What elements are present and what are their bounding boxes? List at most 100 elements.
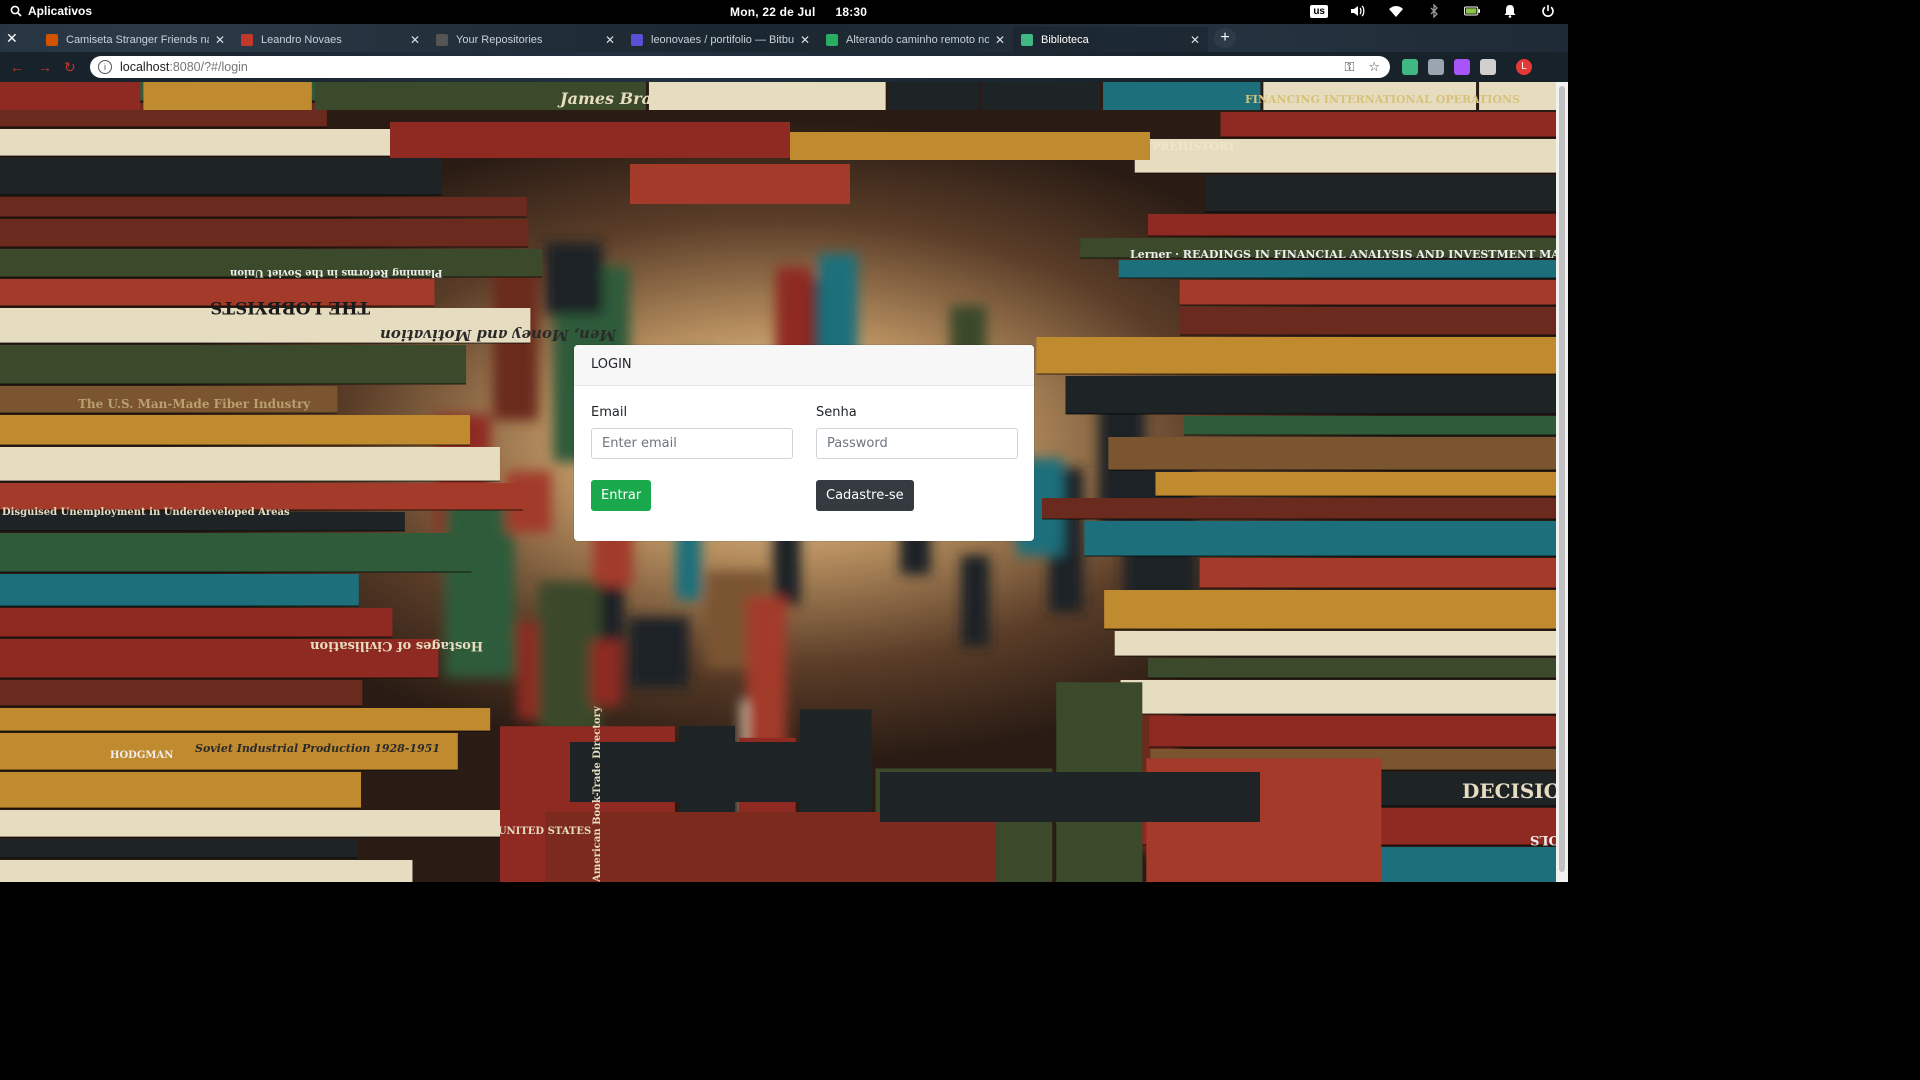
blurred-book [629,617,689,688]
browser-tab[interactable]: Alterando caminho remoto no ✕ [818,27,1013,52]
extension-icon[interactable] [1402,59,1418,75]
tab-close-icon[interactable]: ✕ [410,33,420,47]
book-spine [1220,112,1556,137]
address-bar[interactable]: i localhost:8080/?#/login ⚿ ☆ [90,56,1390,78]
book-spine [0,860,413,882]
site-info-icon[interactable]: i [98,60,112,74]
browser-tab[interactable]: Camiseta Stranger Friends na ✕ [38,27,233,52]
notifications-bell-icon[interactable] [1502,3,1518,19]
book-spine-title: Men, Money and Motivation [380,326,617,344]
book-spine-shadow [1179,304,1556,306]
volume-icon[interactable] [1350,3,1366,19]
tab-close-icon[interactable]: ✕ [995,33,1005,47]
book-spine-shadow [0,605,359,607]
forward-arrow-icon[interactable]: → [38,59,52,75]
browser-tab[interactable]: Leandro Novaes ✕ [233,27,428,52]
book-spine-title: American Book-Trade Directory [592,705,603,882]
email-field-group: Email [591,405,793,459]
book-spine [0,839,358,858]
book-spine [1183,416,1556,435]
tab-title: Alterando caminho remoto no [846,33,989,46]
profile-avatar[interactable]: L [1516,59,1532,75]
book-spine-title: A HISTORY OF PHYSICAL EDUCATION IN THE U… [229,826,591,837]
book-spine-shadow [0,383,467,385]
book-spine [570,742,810,802]
tab-title: Camiseta Stranger Friends na [66,33,209,46]
book-spine-shadow [0,705,363,707]
book-spine-title: HODGMAN [110,750,173,761]
saved-password-key-icon[interactable]: ⚿ [1344,59,1354,75]
power-icon[interactable] [1540,3,1556,19]
book-spine-title: PREHISTORY [1152,140,1236,153]
close-window-icon[interactable]: ✕ [6,30,18,47]
book-spine [0,708,491,731]
book-spine-shadow [0,480,500,482]
book-spine-title: ECONOMIC CONTROLS [1530,832,1556,847]
url-host: localhost [120,60,170,74]
scrollbar-thumb[interactable] [1559,86,1565,872]
bookmark-star-icon[interactable]: ☆ [1368,59,1380,75]
email-input[interactable] [591,428,793,459]
password-input[interactable] [816,428,1018,459]
extension-icon[interactable] [1454,59,1470,75]
book-spine [1120,680,1556,714]
tab-favicon-icon [631,33,643,46]
apps-menu[interactable]: Aplicativos [10,4,92,18]
book-spine [1155,472,1556,496]
book-spine [1199,558,1556,588]
book-spine [888,82,980,110]
book-spine-title: DECISION [1462,779,1556,803]
book-spine-shadow [0,857,358,859]
book-spine [1114,631,1556,656]
browser-tab[interactable]: leonovaes / portifolio — Bitbu ✕ [623,27,818,52]
book-spine-shadow [1134,172,1556,174]
book-spine-shadow [0,155,407,157]
login-submit-button[interactable]: Entrar [591,480,652,511]
book-spine-title: THE LOBBYISTS [210,297,370,317]
system-tray: us [1310,3,1556,19]
extension-icon[interactable] [1428,59,1444,75]
tab-close-icon[interactable]: ✕ [1190,33,1200,47]
tab-close-icon[interactable]: ✕ [605,33,615,47]
keyboard-layout-indicator[interactable]: us [1310,4,1328,18]
battery-icon[interactable] [1464,3,1480,19]
password-field-group: Senha [816,405,1018,459]
new-tab-button[interactable]: + [1214,28,1236,48]
browser-tab[interactable]: Biblioteca ✕ [1013,27,1208,52]
book-spine-shadow [0,636,393,638]
tab-title: Leandro Novaes [261,33,342,46]
tab-close-icon[interactable]: ✕ [800,33,810,47]
url-text[interactable]: localhost:8080/?#/login [120,60,248,74]
book-spine-shadow [0,444,471,446]
back-arrow-icon[interactable]: ← [10,59,24,75]
book-spine-shadow [0,216,527,218]
signup-button[interactable]: Cadastre-se [816,480,914,511]
clock[interactable]: Mon, 22 de Jul 18:30 [730,5,887,19]
book-spine [0,82,141,110]
bluetooth-icon[interactable] [1426,3,1442,19]
book-spine-shadow [1147,235,1556,237]
book-spine [0,158,442,195]
book-spine [1084,521,1556,556]
browser-tab[interactable]: Your Repositories ✕ [428,27,623,52]
extension-icon[interactable] [1480,59,1496,75]
book-spine [1108,437,1556,470]
book-spine [1147,658,1556,678]
tab-favicon-icon [1021,33,1033,46]
page-scrollbar[interactable] [1556,82,1568,882]
book-spine [0,680,363,706]
login-card: LOGIN Email Senha Entrar Cadastre-se [574,345,1034,541]
tab-close-icon[interactable]: ✕ [215,33,225,47]
book-spine-shadow [1220,136,1556,138]
blurred-book [590,640,621,706]
book-spine [1180,307,1556,335]
book-spine [1118,260,1556,278]
book-spine [0,574,359,606]
book-spine-shadow [0,769,458,771]
reload-icon[interactable]: ↻ [64,59,76,76]
book-spine [1041,498,1556,519]
book-spine [1104,590,1556,629]
book-spine [1036,337,1556,374]
wifi-icon[interactable] [1388,3,1404,19]
book-spine-title: The U.S. Man-Made Fiber Industry [78,397,311,411]
